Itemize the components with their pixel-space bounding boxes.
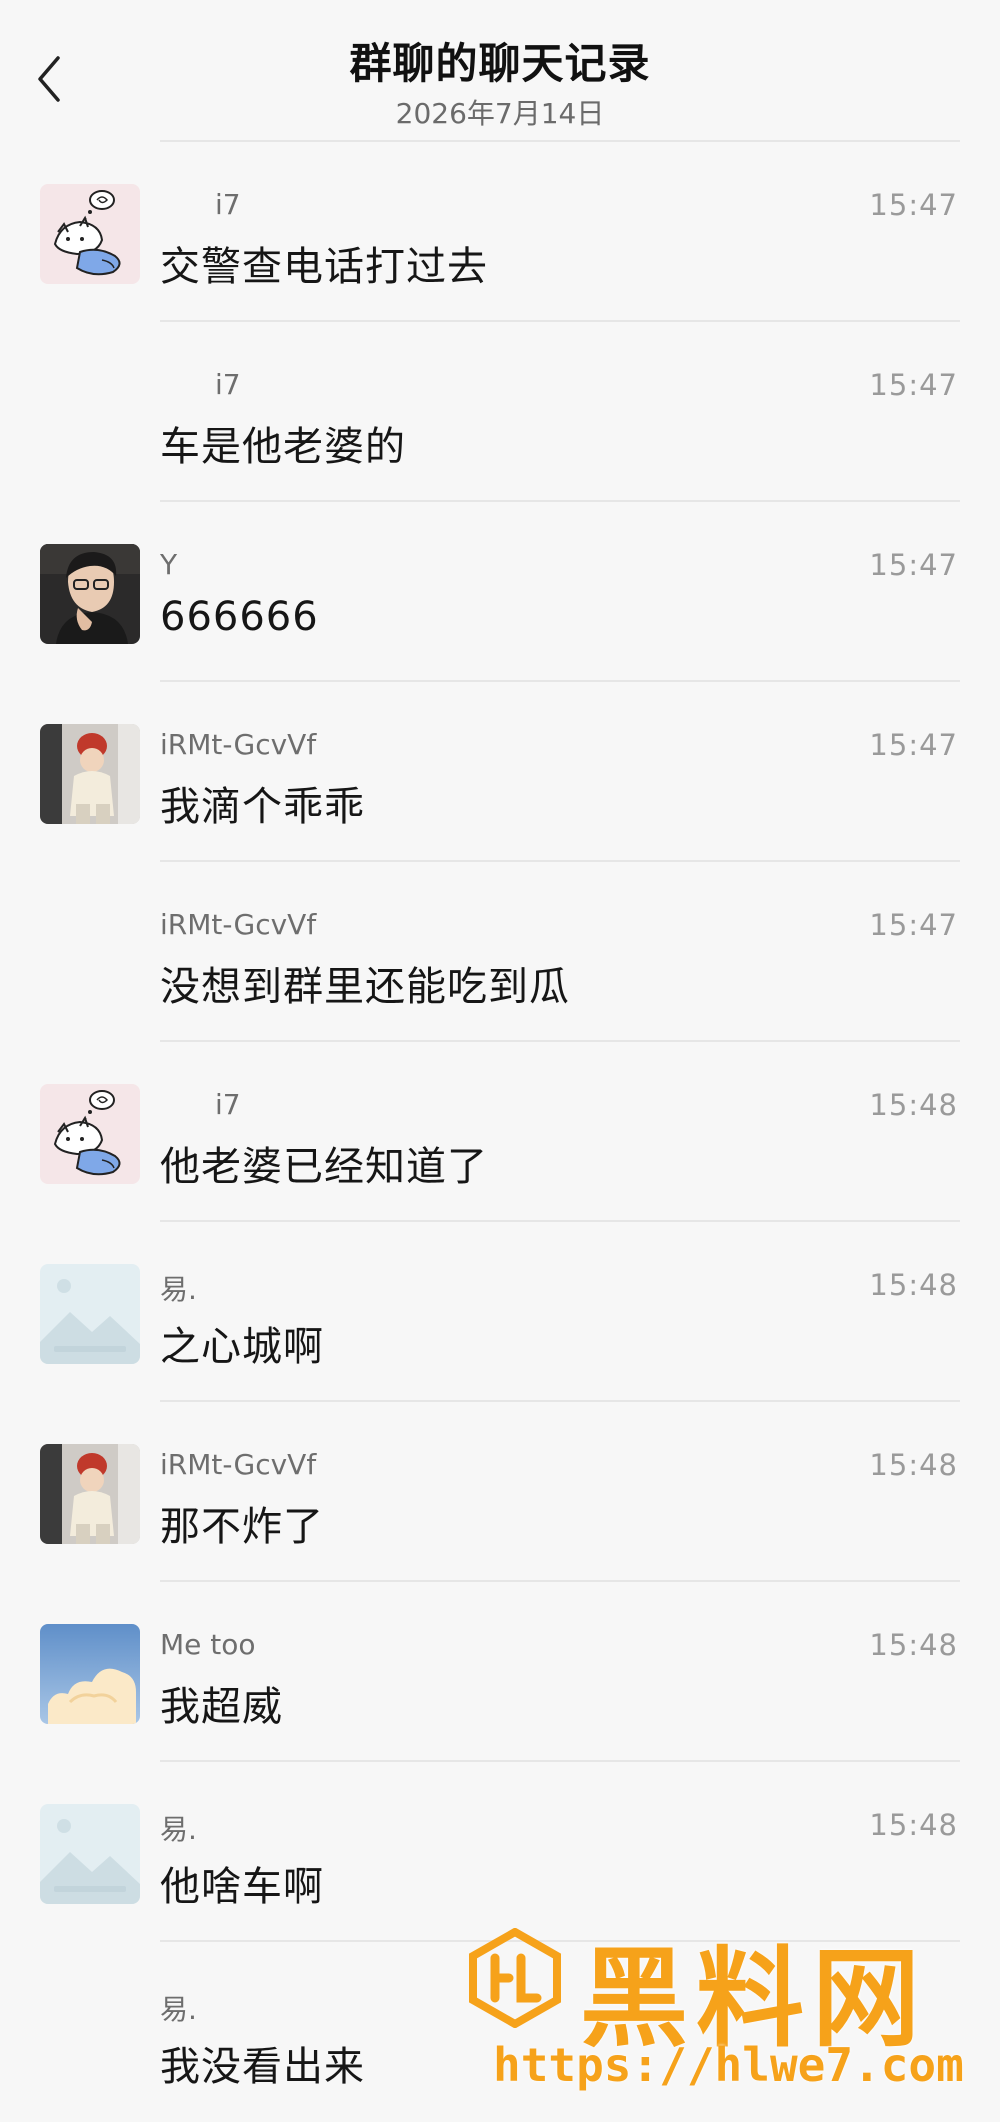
child-photo-icon	[40, 1444, 140, 1544]
message-text: 交警查电话打过去	[160, 244, 488, 290]
sender-name: iRMt-GcvVf	[160, 728, 317, 761]
sender-name: i7	[215, 1088, 241, 1121]
list-item[interactable]: iRMt-GcvVf 15:47 我滴个乖乖	[0, 680, 1000, 860]
divider	[160, 860, 960, 862]
divider	[160, 320, 960, 322]
message-time: 15:48	[869, 1268, 958, 1302]
message-time: 15:48	[869, 1088, 958, 1122]
cat-sticker-icon	[40, 184, 140, 284]
sender-name: iRMt-GcvVf	[160, 908, 317, 941]
sender-name: i7	[215, 188, 241, 221]
avatar[interactable]	[40, 1084, 140, 1184]
divider	[160, 1760, 960, 1762]
message-time: 15:48	[869, 1448, 958, 1482]
page-subtitle-date: 2026年7月14日	[395, 97, 605, 130]
watermark: 黑料网 https://hlwe7.com	[465, 1920, 985, 2110]
header-bar: 群聊的聊天记录 2026年7月14日	[0, 0, 1000, 140]
list-item[interactable]: iRMt-GcvVf 15:47 没想到群里还能吃到瓜	[0, 860, 1000, 1040]
sender-name: Me too	[160, 1628, 256, 1661]
watermark-logo-icon	[469, 1928, 561, 2028]
divider	[160, 500, 960, 502]
watermark-url: https://hlwe7.com	[493, 2038, 964, 2092]
sender-name: 易.	[160, 1813, 197, 1846]
message-text: 车是他老婆的	[160, 424, 406, 470]
message-time: 15:47	[869, 188, 958, 222]
sender-name: iRMt-GcvVf	[160, 1448, 317, 1481]
list-item[interactable]: 易. 15:48 之心城啊	[0, 1220, 1000, 1400]
list-item[interactable]: Me too 15:48 我超威	[0, 1580, 1000, 1760]
divider	[160, 1580, 960, 1582]
divider	[160, 1040, 960, 1042]
message-text: 没想到群里还能吃到瓜	[160, 964, 570, 1010]
message-text: 那不炸了	[160, 1504, 324, 1550]
sender-name: 易.	[160, 1993, 197, 2026]
avatar[interactable]	[40, 544, 140, 644]
sender-name: Y	[160, 548, 178, 581]
landscape-placeholder-icon	[40, 1264, 140, 1364]
sender-name: 易.	[160, 1273, 197, 1306]
divider	[160, 1400, 960, 1402]
message-text: 之心城啊	[160, 1324, 324, 1370]
cat-sticker-icon	[40, 1084, 140, 1184]
message-time: 15:47	[869, 548, 958, 582]
landscape-placeholder-icon	[40, 1804, 140, 1904]
message-text: 我没看出来	[160, 2044, 365, 2090]
message-time: 15:48	[869, 1808, 958, 1842]
avatar[interactable]	[40, 724, 140, 824]
message-text: 他啥车啊	[160, 1864, 324, 1910]
page-title: 群聊的聊天记录	[349, 39, 651, 88]
message-time: 15:48	[869, 1628, 958, 1662]
avatar[interactable]	[40, 1624, 140, 1724]
child-photo-icon	[40, 724, 140, 824]
list-item[interactable]: iRMt-GcvVf 15:48 那不炸了	[0, 1400, 1000, 1580]
message-text: 666666	[160, 594, 319, 640]
message-text: 我滴个乖乖	[160, 784, 365, 830]
avatar[interactable]	[40, 1804, 140, 1904]
divider	[160, 140, 960, 142]
divider	[160, 680, 960, 682]
divider	[160, 1220, 960, 1222]
message-time: 15:47	[869, 368, 958, 402]
avatar[interactable]	[40, 184, 140, 284]
message-text: 我超威	[160, 1684, 283, 1730]
message-text: 他老婆已经知道了	[160, 1144, 488, 1190]
list-item[interactable]: Y 15:47 666666	[0, 500, 1000, 680]
portrait-photo-icon	[40, 544, 140, 644]
chat-record-list[interactable]: i7 15:47 交警查电话打过去 i7 15:47 车是他老婆的 Y 15:4…	[0, 140, 1000, 2120]
list-item[interactable]: i7 15:47 交警查电话打过去	[0, 140, 1000, 320]
message-time: 15:47	[869, 728, 958, 762]
list-item[interactable]: i7 15:48 他老婆已经知道了	[0, 1040, 1000, 1220]
sender-name: i7	[215, 368, 241, 401]
list-item[interactable]: i7 15:47 车是他老婆的	[0, 320, 1000, 500]
avatar[interactable]	[40, 1444, 140, 1544]
sky-clouds-icon	[40, 1624, 140, 1724]
message-time: 15:47	[869, 908, 958, 942]
avatar[interactable]	[40, 1264, 140, 1364]
